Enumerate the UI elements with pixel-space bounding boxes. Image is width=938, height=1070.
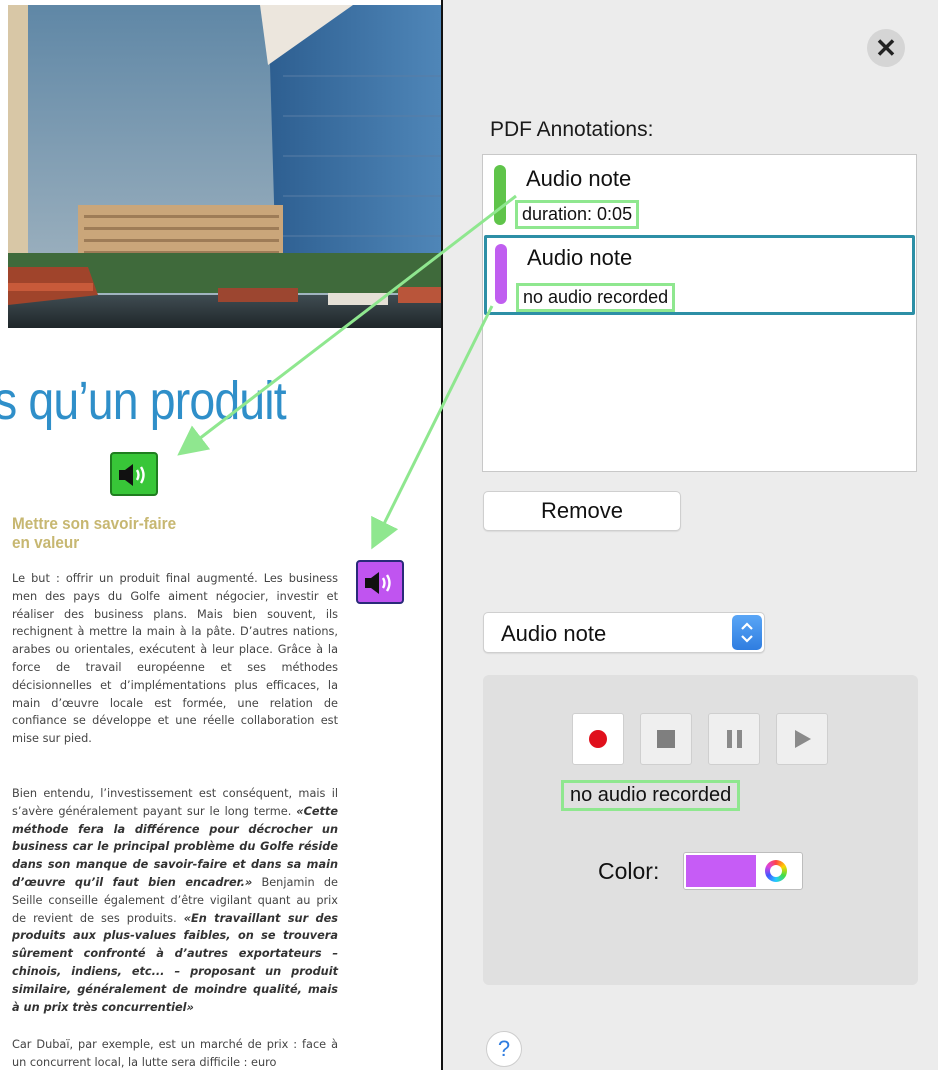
color-swatch xyxy=(686,855,756,887)
annotation-name: Audio note xyxy=(527,245,633,270)
annotation-item[interactable]: Audio note duration: 0:05 xyxy=(484,157,915,237)
audio-note-marker-green[interactable] xyxy=(110,452,158,496)
help-button[interactable]: ? xyxy=(486,1031,522,1067)
close-button[interactable]: ✕ xyxy=(867,29,905,67)
recording-status: no audio recorded xyxy=(561,780,741,811)
annotation-duration: duration: 0:05 xyxy=(515,200,640,229)
annotations-title: PDF Annotations: xyxy=(490,118,654,141)
pdf-paragraph: Bien entendu, l’investissement est consé… xyxy=(12,785,338,1016)
record-icon xyxy=(589,730,607,748)
subheading-line: Mettre son savoir-faire xyxy=(12,514,177,533)
close-icon: ✕ xyxy=(875,33,897,63)
paragraph-text: Bien entendu, l’investissement est consé… xyxy=(12,787,338,818)
paragraph-quote: «En travaillant sur des produits aux plu… xyxy=(12,911,339,1014)
pdf-subheading: Mettre son savoir-faire en valeur xyxy=(12,514,176,552)
pdf-headline: s qu’un produit xyxy=(0,371,287,431)
audio-note-marker-purple[interactable] xyxy=(356,560,404,604)
annotation-color-bar xyxy=(494,165,506,225)
annotation-name: Audio note xyxy=(526,166,632,191)
pdf-paragraph: Car Dubaï, par exemple, est un marché de… xyxy=(12,1038,338,1069)
play-icon xyxy=(795,730,811,748)
play-button[interactable] xyxy=(776,713,828,765)
stop-icon xyxy=(657,730,675,748)
annotation-item-selected[interactable]: Audio note no audio recorded xyxy=(484,235,915,315)
subheading-line: en valeur xyxy=(12,533,80,552)
dubai-photo xyxy=(8,5,441,328)
up-down-chevron-icon xyxy=(732,615,762,650)
audio-recorder-panel xyxy=(483,675,918,985)
annotation-color-bar xyxy=(495,244,507,304)
annotation-type-value: Audio note xyxy=(501,621,607,646)
pdf-paragraph: Le but : offrir un produit final augment… xyxy=(12,572,338,746)
stop-button[interactable] xyxy=(640,713,692,765)
record-button[interactable] xyxy=(572,713,624,765)
color-wheel-icon xyxy=(765,860,787,882)
color-well[interactable] xyxy=(683,852,803,890)
color-label: Color: xyxy=(598,858,660,884)
speaker-icon xyxy=(365,572,391,594)
pdf-page: s qu’un produit Mettre son savoir-faire … xyxy=(0,0,441,1070)
annotation-type-select[interactable]: Audio note xyxy=(483,612,765,653)
pause-button[interactable] xyxy=(708,713,760,765)
remove-button[interactable]: Remove xyxy=(483,491,681,531)
annotation-status: no audio recorded xyxy=(516,283,676,312)
speaker-icon xyxy=(119,464,145,486)
